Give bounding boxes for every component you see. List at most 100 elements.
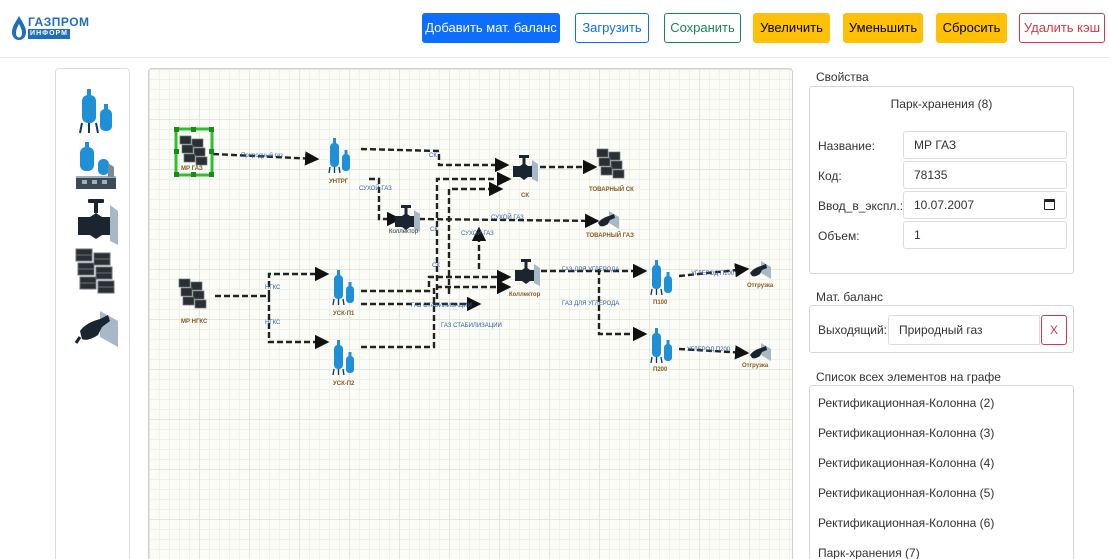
node-label: МР ГАЗ (181, 166, 203, 172)
save-button[interactable]: Сохранить (664, 13, 741, 43)
reset-button[interactable]: Сбросить (936, 13, 1007, 43)
valve-icon (513, 155, 538, 182)
edge-label: ГАЗ ДЛЯ УГЛЕРОДА (562, 301, 619, 307)
edge-label: ГАЗ ДЛЯ УГЛЕРОДА (562, 267, 619, 273)
fuel-nozzle-icon (750, 261, 771, 279)
node-label: Отгрузка (747, 283, 774, 289)
graph-canvas[interactable]: МР ГАЗ УНТРГ Коллектор СК ТОВАРНЫЙ СК ТО… (148, 68, 793, 559)
fuel-nozzle-icon[interactable] (74, 303, 118, 351)
edge-label: СК (430, 227, 438, 233)
gazprom-logo: ГАЗПРОМ ИНФОРМ (11, 15, 89, 45)
node-label: П200 (653, 367, 668, 373)
list-item[interactable]: Ректификационная-Колонна (4) (818, 456, 994, 470)
fuel-nozzle-icon (750, 343, 771, 361)
rectification-column-icon (650, 259, 673, 296)
edge-label: НГКС (265, 285, 281, 291)
valve-icon[interactable] (74, 197, 118, 245)
node-label: ТОВАРНЫЙ СК (589, 185, 634, 193)
zoom-in-button[interactable]: Увеличить (753, 13, 830, 43)
rectification-column-icon[interactable] (74, 87, 118, 135)
app-root: { "brand": { "name_top": "ГАЗПРОМ", "nam… (0, 0, 1109, 559)
node-label: УНТРГ (329, 179, 349, 185)
edge-usk2-sk[interactable] (447, 181, 504, 294)
properties-title: Свойства (816, 70, 869, 84)
node-usk1[interactable]: УСК-П1 (332, 269, 355, 317)
code-label: Код: (818, 169, 842, 183)
element-palette (55, 68, 130, 559)
graph-svg: МР ГАЗ УНТРГ Коллектор СК ТОВАРНЫЙ СК ТО… (174, 127, 774, 387)
top-toolbar: ГАЗПРОМ ИНФОРМ Добавить мат. баланс Загр… (0, 0, 1109, 58)
add-balance-button[interactable]: Добавить мат. баланс (422, 13, 560, 43)
node-usk2[interactable]: УСК-П2 (332, 339, 355, 387)
node-label: Отгрузка (742, 363, 769, 369)
zoom-out-button[interactable]: Уменьшить (843, 13, 923, 43)
node-label: ТОВАРНЫЙ ГАЗ (586, 231, 634, 239)
clear-cache-button[interactable]: Удалить кэш (1019, 13, 1105, 43)
valve-icon (515, 259, 540, 286)
flame-logo-icon (12, 16, 26, 40)
remove-balance-button[interactable]: X (1041, 315, 1067, 345)
elements-list-title: Список всех элементов на графе (816, 370, 1001, 384)
storage-park-icon (596, 148, 625, 179)
rectification-column-icon (332, 269, 355, 306)
list-item[interactable]: Ректификационная-Колонна (5) (818, 486, 994, 500)
edge-sukhoy-gaz-1[interactable] (369, 177, 402, 227)
elements-list: Ректификационная-Колонна (2) Ректификаци… (809, 385, 1074, 559)
list-item[interactable]: Парк-хранения (7) (818, 546, 920, 559)
node-mr-ngks[interactable]: МР НГКС (178, 278, 208, 325)
selected-element-header: Парк-хранения (8) (890, 97, 993, 111)
code-field[interactable]: 78135 (903, 161, 1067, 189)
balance-title: Мат. баланс (816, 290, 883, 304)
list-item[interactable]: Ректификационная-Колонна (6) (818, 516, 994, 530)
edge-labels: Природный газ СУХОЙ ГАЗ СУХОЙ ГАЗ СУХОЙ … (241, 152, 735, 353)
edge-gaz-stab-2[interactable] (361, 279, 512, 349)
list-item[interactable]: Ректификационная-Колонна (3) (818, 426, 994, 440)
valve-icon (395, 205, 420, 232)
rectification-column-icon (332, 339, 355, 376)
properties-card: Парк-хранения (8) Название: МР ГАЗ Код: … (809, 86, 1074, 274)
node-label: СК (521, 193, 529, 199)
processing-unit-icon[interactable] (74, 141, 118, 189)
outgoing-field[interactable]: Природный газ (888, 315, 1040, 345)
node-label: УСК-П2 (333, 381, 355, 387)
balance-card: Выходящий: Природный газ X (809, 305, 1074, 353)
node-label: Коллектор (509, 292, 541, 298)
logo-text-top: ГАЗПРОМ (28, 15, 90, 29)
commissioning-date-label: Ввод_в_экспл.: (818, 199, 904, 213)
edge-label: НГКС (265, 320, 281, 326)
volume-label: Объем: (818, 229, 860, 243)
volume-field[interactable]: 1 (903, 221, 1067, 249)
edge-label: УГЛЕРОД П100 (691, 271, 735, 277)
edge-label: СУХОЙ ГАЗ (359, 184, 392, 192)
node-collector-2[interactable]: Коллектор (509, 259, 541, 298)
node-tovarny-sk[interactable]: ТОВАРНЫЙ СК (589, 148, 634, 193)
node-otgruzka-1[interactable]: Отгрузка (747, 261, 774, 289)
storage-park-icon[interactable] (74, 247, 118, 295)
edge-label: ГАЗ СТАБИЛИЗАЦИИ (411, 303, 472, 309)
name-label: Название: (818, 139, 875, 153)
edge-label: СУХОЙ ГАЗ (461, 229, 494, 237)
commissioning-date-field[interactable]: 10.07.2007 (903, 191, 1067, 219)
node-otgruzka-2[interactable]: Отгрузка (742, 343, 771, 369)
calendar-icon[interactable] (1044, 199, 1055, 210)
rectification-column-icon (328, 137, 351, 174)
outgoing-label: Выходящий: (818, 323, 888, 337)
edge-ngks-usk2[interactable] (267, 296, 330, 350)
edge-label: ГАЗ СТАБИЛИЗАЦИИ (441, 323, 502, 329)
node-label: Коллектор (389, 229, 419, 235)
logo-text-bottom: ИНФОРМ (28, 29, 70, 39)
edge-label: УГЛЕРОД П200 (687, 347, 731, 353)
storage-park-icon (179, 135, 208, 166)
list-item[interactable]: Ректификационная-Колонна (2) (818, 396, 994, 410)
node-p100[interactable]: П100 (650, 259, 673, 306)
storage-park-icon (178, 278, 207, 309)
node-tovarny-gaz[interactable]: ТОВАРНЫЙ ГАЗ (586, 211, 634, 239)
node-sk[interactable]: СК (513, 155, 538, 199)
node-p200[interactable]: П200 (650, 327, 673, 373)
node-mr-gaz[interactable]: МР ГАЗ (174, 127, 214, 177)
edge-label: Природный газ (241, 152, 283, 159)
node-label: МР НГКС (181, 319, 208, 325)
load-button[interactable]: Загрузить (575, 13, 649, 43)
name-field[interactable]: МР ГАЗ (903, 131, 1067, 159)
node-untrg[interactable]: УНТРГ (328, 137, 351, 185)
